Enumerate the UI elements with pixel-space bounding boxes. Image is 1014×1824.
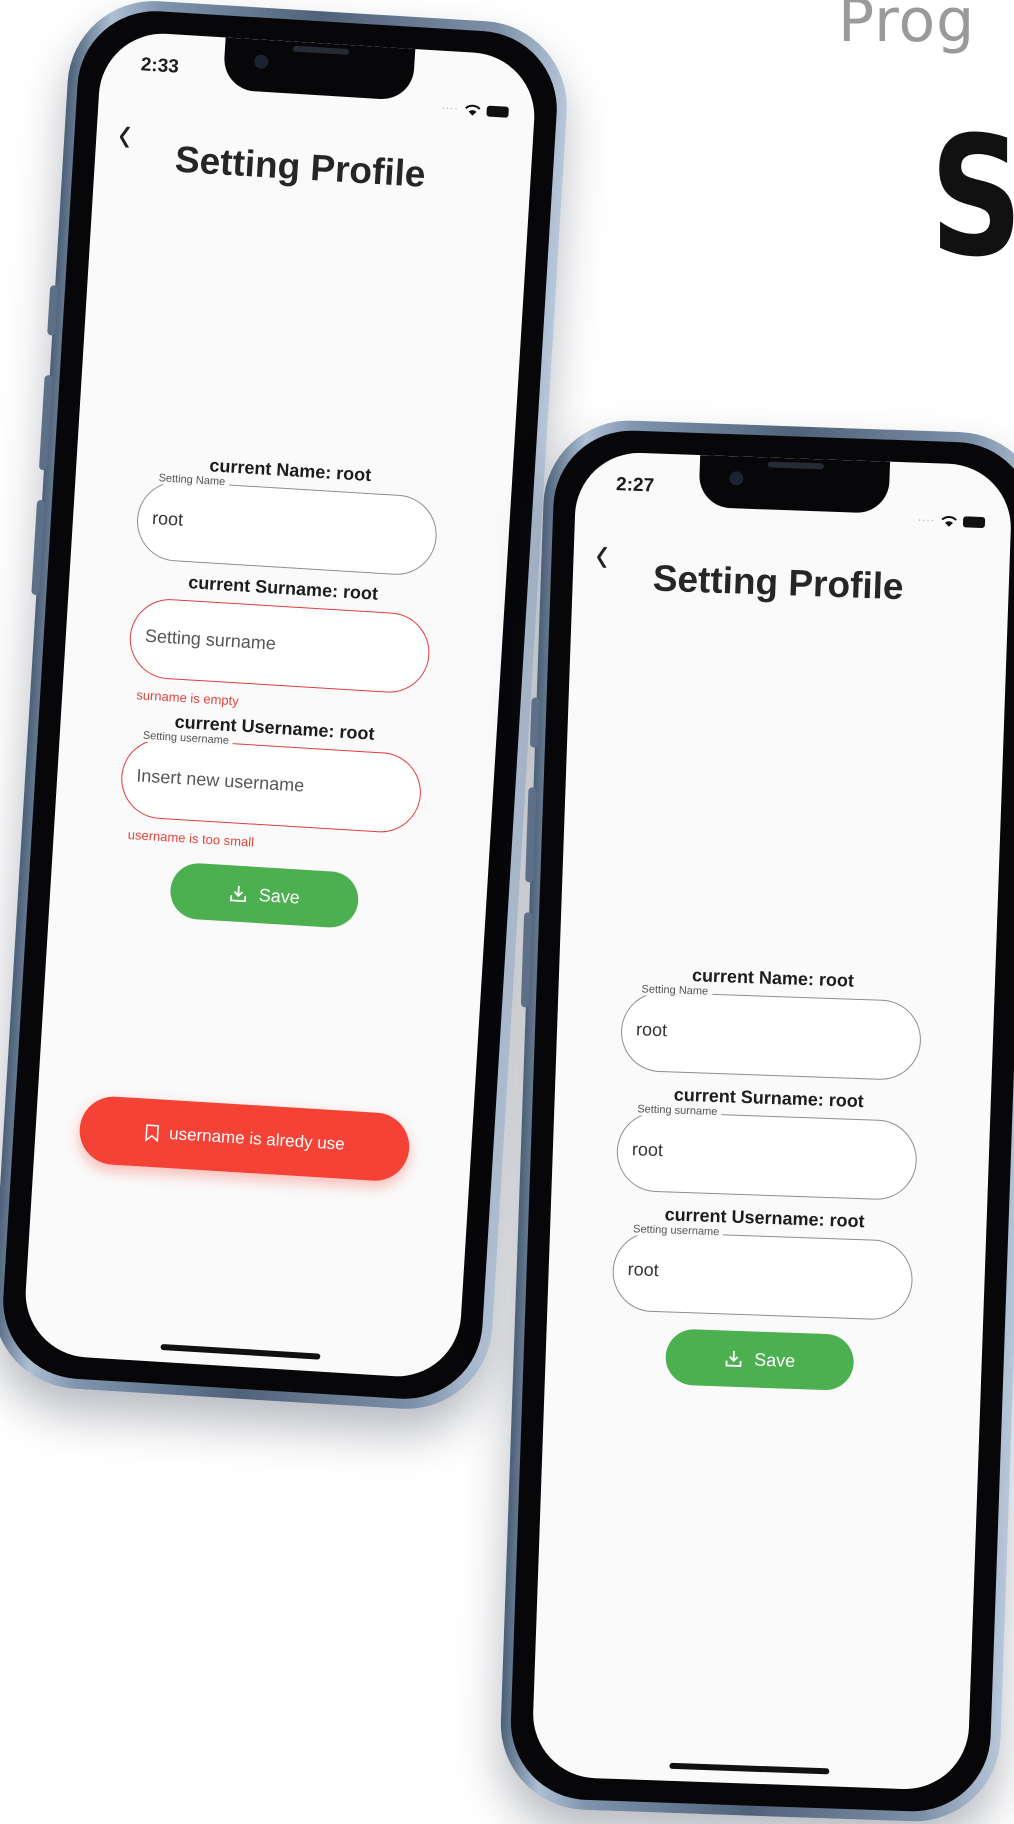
battery-icon [486, 105, 509, 118]
signal-icon: ···· [441, 102, 460, 115]
side-button [529, 697, 540, 748]
name-field[interactable]: Setting Name [619, 983, 923, 1082]
camera-lens [253, 54, 269, 70]
status-time: 2:33 [140, 54, 180, 78]
name-input[interactable] [633, 1018, 909, 1051]
phone-bezel: 2:33 ···· ‹ Setting Profile current Name… [0, 6, 562, 1404]
status-icons: ···· [918, 513, 986, 529]
home-indicator [160, 1343, 321, 1360]
volume-up-button [525, 787, 537, 883]
profile-form: current Name: root Setting Name current … [609, 963, 923, 1393]
status-time: 2:27 [615, 474, 655, 497]
name-field-legend: Setting Name [637, 983, 713, 998]
status-icons: ···· [441, 101, 509, 119]
surname-input[interactable] [629, 1138, 905, 1171]
side-button [47, 285, 59, 336]
surname-input[interactable] [142, 624, 418, 665]
surname-field[interactable] [127, 596, 432, 695]
volume-up-button [38, 375, 53, 471]
username-input[interactable] [625, 1257, 900, 1291]
wifi-icon [465, 104, 481, 116]
volume-down-button [31, 499, 46, 596]
name-input[interactable] [149, 506, 425, 547]
download-icon [230, 885, 247, 903]
username-field-legend: Setting username [628, 1223, 724, 1239]
username-field[interactable]: Setting username [611, 1223, 914, 1321]
snackbar-text: username is alredy use [168, 1124, 346, 1154]
phone-bezel: 2:27 ···· ‹ Setting Profile current Name… [508, 428, 1014, 1814]
speaker-grille [767, 461, 824, 470]
profile-form: current Name: root Setting Name current … [113, 451, 441, 932]
phone-mockup-a: 2:33 ···· ‹ Setting Profile current Name… [0, 0, 572, 1414]
download-icon [725, 1350, 742, 1367]
save-button-label: Save [258, 884, 301, 908]
page-title: Setting Profile [652, 557, 905, 608]
save-button[interactable]: Save [168, 861, 360, 930]
username-field[interactable]: Setting username [118, 729, 424, 835]
phone-screen: 2:33 ···· ‹ Setting Profile current Name… [21, 29, 539, 1381]
page-title: Setting Profile [173, 138, 427, 195]
battery-icon [962, 515, 986, 528]
error-snackbar: username is alredy use [77, 1094, 412, 1183]
wifi-icon [941, 515, 957, 527]
username-input[interactable] [133, 764, 409, 804]
back-chevron-icon[interactable]: ‹ [595, 525, 610, 586]
phone-mockup-b: 2:27 ···· ‹ Setting Profile current Name… [497, 417, 1014, 1824]
hero-letter: S [930, 101, 1014, 293]
name-field[interactable]: Setting Name [134, 471, 439, 578]
signal-icon: ···· [917, 514, 936, 526]
back-chevron-icon[interactable]: ‹ [117, 105, 133, 166]
surname-field[interactable]: Setting surname [615, 1103, 919, 1202]
surname-field-legend: Setting surname [633, 1103, 722, 1119]
phone-screen: 2:27 ···· ‹ Setting Profile current Name… [530, 450, 1014, 1792]
phone-notch [222, 37, 416, 101]
phone-notch [698, 455, 891, 514]
hero-title-partial: Prog [838, 0, 976, 56]
save-button-label: Save [753, 1349, 796, 1371]
bookmark-icon [144, 1124, 159, 1143]
volume-down-button [520, 912, 533, 1008]
home-indicator [669, 1762, 830, 1775]
save-button[interactable]: Save [664, 1328, 855, 1391]
speaker-grille [292, 45, 350, 55]
camera-lens [729, 471, 744, 486]
